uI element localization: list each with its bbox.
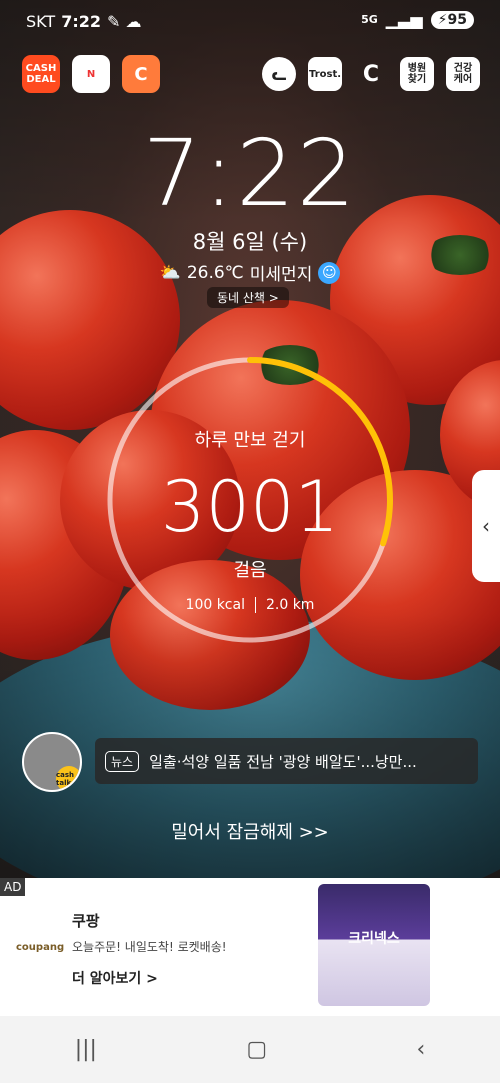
recent-apps-icon[interactable]: ||| <box>75 1037 97 1062</box>
unlock-hint[interactable]: 밀어서 잠금해제 >> <box>0 818 500 844</box>
temperature: 26.6℃ <box>186 262 244 283</box>
ad-label: AD <box>0 878 26 896</box>
hospital-search-icon[interactable]: 병원 찾기 <box>400 57 434 91</box>
signal-icon: ▁▃▅ <box>385 10 423 29</box>
status-bar: SKT 7:22 ✎ ☁ 5G ▁▃▅ ⚡95 <box>0 0 500 40</box>
step-unit: 걸음 <box>233 560 267 581</box>
back-icon[interactable]: ‹ <box>416 1037 425 1062</box>
walk-button[interactable]: 동네 산책 > <box>207 287 289 308</box>
news-banner[interactable]: 뉴스 일출·석양 일품 전남 '광양 배알도'...낭만... <box>95 738 478 784</box>
cashtalk-badge: cash talk <box>56 766 80 790</box>
side-panel-handle[interactable]: ‹ <box>472 470 500 582</box>
ad-title: 쿠팡 <box>72 912 100 930</box>
ad-description: 오늘주문! 내일도착! 로켓배송! <box>72 940 227 954</box>
cashdeal-app-icon[interactable]: CASH DEAL <box>22 55 60 93</box>
distance: 2.0 km <box>265 597 315 613</box>
calorie-distance-row: 100 kcal 2.0 km <box>0 597 500 613</box>
product-name: 크리넥스 <box>348 931 400 947</box>
top-left-app-shortcuts: CASH DEAL N C <box>22 55 160 93</box>
step-widget-title: 하루 만보 걷기 <box>194 430 306 451</box>
chevron-left-icon: ‹ <box>482 514 490 538</box>
n-app-icon[interactable]: N <box>72 55 110 93</box>
step-count: 3001 <box>160 466 340 548</box>
ad-cta-button[interactable]: 더 알아보기 > <box>72 968 158 988</box>
battery-indicator: ⚡95 <box>430 10 474 29</box>
dust-label: 미세먼지 <box>249 265 313 285</box>
carrier-label: SKT <box>26 12 56 31</box>
cashtalk-avatar[interactable]: cash talk <box>22 732 82 792</box>
cloud-sun-icon: ⛅ <box>159 262 181 283</box>
c-app-icon[interactable]: C <box>122 55 160 93</box>
coupang-logo: coupang <box>16 942 65 953</box>
home-icon[interactable]: ▢ <box>246 1037 267 1062</box>
cat-icon[interactable]: ᓚ <box>262 57 296 91</box>
cashwalk-icon[interactable]: C <box>354 57 388 91</box>
network-label: 5G <box>361 13 378 26</box>
notification-icon: ✎ ☁ <box>106 12 142 31</box>
navigation-bar: ||| ▢ ‹ <box>0 1016 500 1083</box>
lockscreen-date: 8월 6일 (수) <box>192 230 308 254</box>
lockscreen-clock: 7:22 <box>142 120 358 227</box>
smile-icon: ☺ <box>318 261 341 284</box>
status-time: 7:22 <box>61 12 101 31</box>
weather-row: ⛅ 26.6℃ 미세먼지 ☺ <box>0 260 500 285</box>
health-care-icon[interactable]: 건강 케어 <box>446 57 480 91</box>
divider <box>254 597 256 613</box>
lock-screen: SKT 7:22 ✎ ☁ 5G ▁▃▅ ⚡95 CASH DEAL N C ᓚ … <box>0 0 500 1083</box>
news-tag: 뉴스 <box>105 750 140 772</box>
top-right-shortcuts: ᓚ Trost. C 병원 찾기 건강 케어 <box>262 57 480 91</box>
news-headline: 일출·석양 일품 전남 '광양 배알도'...낭만... <box>149 752 417 771</box>
calories: 100 kcal <box>185 597 245 613</box>
ad-product-image: 크리넥스 <box>318 884 430 1006</box>
trost-icon[interactable]: Trost. <box>308 57 342 91</box>
ad-banner[interactable]: AD coupang 쿠팡 오늘주문! 내일도착! 로켓배송! 더 알아보기 >… <box>0 878 500 1016</box>
